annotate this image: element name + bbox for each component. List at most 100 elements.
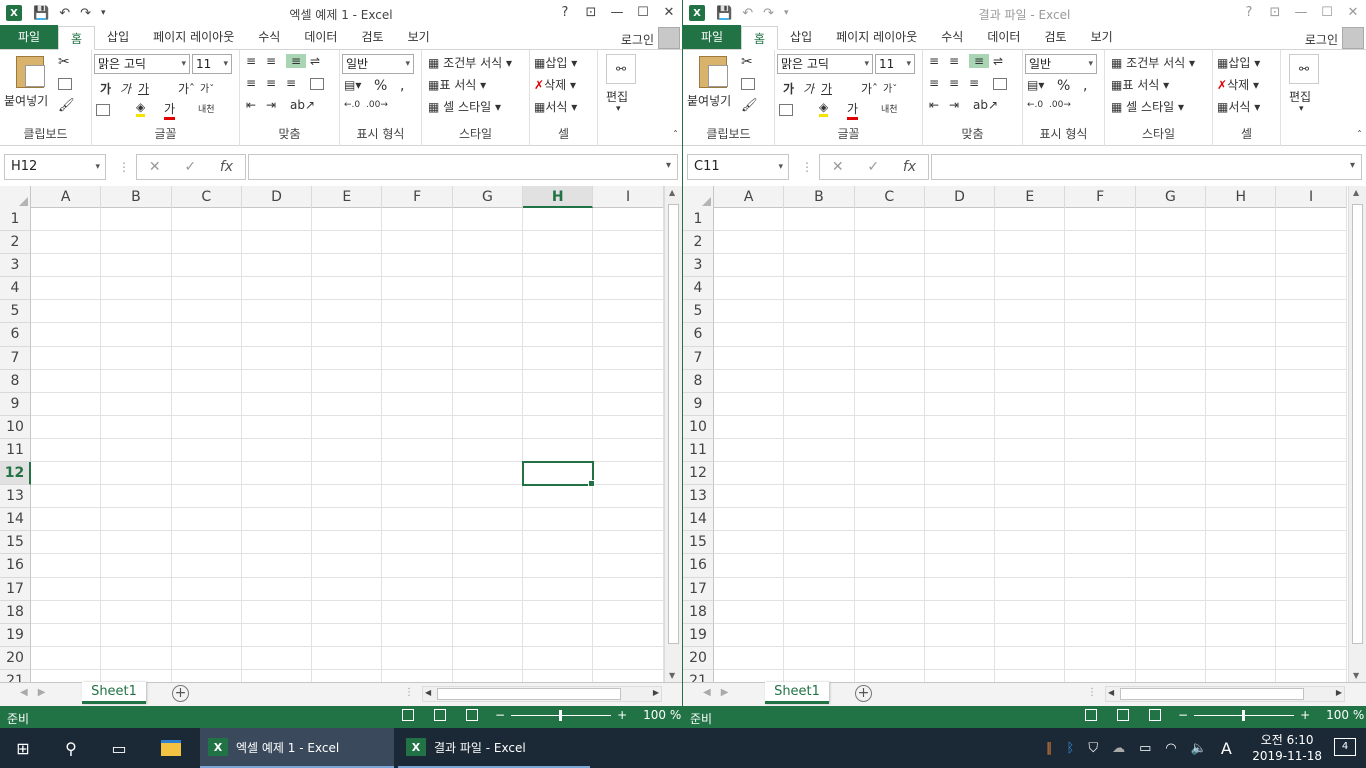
row-header[interactable]: 4	[683, 277, 714, 301]
cell[interactable]	[1135, 254, 1207, 278]
cell[interactable]	[523, 554, 594, 578]
cell[interactable]	[101, 554, 172, 578]
row-header[interactable]: 5	[683, 300, 714, 324]
row-header[interactable]: 13	[0, 485, 31, 509]
row-header[interactable]: 13	[683, 485, 714, 509]
cell[interactable]	[312, 508, 383, 532]
cell[interactable]	[452, 277, 524, 301]
cell[interactable]	[1206, 231, 1277, 255]
fill-color-icon[interactable]: ◈	[136, 100, 146, 117]
cell[interactable]	[523, 392, 594, 416]
font-size-select[interactable]: 11 ▾	[875, 54, 915, 74]
column-header[interactable]: A	[714, 186, 785, 208]
cell[interactable]	[382, 254, 453, 278]
notification-center-icon[interactable]: 4	[1334, 738, 1356, 756]
cell[interactable]	[1065, 485, 1136, 509]
cell[interactable]	[593, 346, 664, 370]
cell[interactable]	[1065, 646, 1136, 670]
row-header[interactable]: 4	[0, 277, 31, 301]
row-header[interactable]: 15	[0, 531, 31, 555]
cell[interactable]	[241, 600, 313, 624]
zoom-slider[interactable]	[511, 709, 612, 721]
cell[interactable]	[101, 438, 172, 463]
cell[interactable]	[312, 415, 383, 439]
cell[interactable]	[31, 600, 102, 624]
format-cells-button[interactable]: ▦서식 ▾	[534, 98, 577, 115]
cell[interactable]	[312, 323, 383, 347]
cell[interactable]	[452, 415, 524, 439]
cell[interactable]	[312, 277, 383, 301]
cell[interactable]	[452, 531, 524, 555]
column-header[interactable]: I	[1276, 186, 1347, 208]
row-header[interactable]: 5	[0, 300, 31, 324]
cell[interactable]	[1206, 300, 1277, 324]
cell[interactable]	[523, 577, 594, 601]
cell[interactable]	[312, 600, 383, 624]
cell[interactable]	[1276, 208, 1347, 232]
cell[interactable]	[382, 485, 453, 509]
cut-icon[interactable]: ✂	[741, 54, 753, 70]
cell[interactable]	[714, 462, 785, 486]
formula-input[interactable]: ▾	[248, 154, 678, 180]
align-middle-icon[interactable]: ≡	[266, 54, 276, 68]
cell[interactable]	[31, 485, 102, 509]
cell[interactable]	[593, 600, 664, 624]
cell[interactable]	[995, 531, 1066, 555]
close-button[interactable]: ✕	[656, 0, 682, 26]
column-header[interactable]: E	[312, 186, 383, 208]
cell[interactable]	[452, 600, 524, 624]
cell[interactable]	[312, 623, 383, 647]
accounting-icon[interactable]: ▤▾	[344, 78, 361, 92]
normal-view-icon[interactable]	[1085, 709, 1097, 721]
row-header[interactable]: 6	[0, 323, 31, 347]
cell[interactable]	[241, 254, 313, 278]
align-top-icon[interactable]: ≡	[246, 54, 256, 68]
cell[interactable]	[784, 323, 855, 347]
cell[interactable]	[523, 669, 594, 682]
cell[interactable]	[714, 554, 785, 578]
cell[interactable]	[1065, 577, 1136, 601]
cell[interactable]	[924, 577, 996, 601]
login-link[interactable]: 로그인	[621, 31, 654, 48]
cell[interactable]	[1135, 438, 1207, 463]
cell[interactable]	[924, 392, 996, 416]
cell[interactable]	[714, 231, 785, 255]
close-button[interactable]: ✕	[1340, 0, 1366, 26]
cell[interactable]	[1135, 554, 1207, 578]
row-header[interactable]: 7	[0, 346, 31, 370]
cell[interactable]	[784, 231, 855, 255]
cancel-icon[interactable]: ✕	[149, 159, 161, 175]
cell[interactable]	[31, 254, 102, 278]
row-header[interactable]: 6	[683, 323, 714, 347]
split-handle-icon[interactable]: ⋮	[1087, 687, 1097, 698]
cell[interactable]	[714, 485, 785, 509]
cell[interactable]	[1206, 508, 1277, 532]
cell[interactable]	[924, 254, 996, 278]
cell[interactable]	[1065, 254, 1136, 278]
column-header[interactable]: C	[172, 186, 242, 208]
collapse-ribbon-icon[interactable]: ˆ	[1357, 130, 1362, 141]
column-header[interactable]: I	[593, 186, 664, 208]
cell[interactable]	[241, 369, 313, 393]
cell[interactable]	[1276, 300, 1347, 324]
app-tray-icon[interactable]: ∥	[1046, 741, 1053, 756]
wifi-icon[interactable]: ◠	[1165, 741, 1176, 756]
cell[interactable]	[1206, 346, 1277, 370]
cell[interactable]	[593, 623, 664, 647]
cell[interactable]	[523, 346, 594, 370]
add-sheet-icon[interactable]: +	[855, 685, 872, 702]
column-header[interactable]: B	[101, 186, 172, 208]
cell[interactable]	[523, 254, 594, 278]
cell[interactable]	[452, 462, 524, 486]
tab-2[interactable]: 삽입	[95, 25, 141, 49]
cell[interactable]	[241, 554, 313, 578]
copy-icon[interactable]	[58, 76, 72, 90]
cell[interactable]	[924, 531, 996, 555]
cell[interactable]	[1276, 415, 1347, 439]
taskbar-app-excel-2[interactable]: X 결과 파일 - Excel	[398, 728, 590, 768]
cell[interactable]	[784, 346, 855, 370]
cell[interactable]	[593, 254, 664, 278]
tab-7[interactable]: 보기	[396, 25, 442, 49]
cell[interactable]	[1135, 600, 1207, 624]
cell[interactable]	[593, 462, 664, 486]
